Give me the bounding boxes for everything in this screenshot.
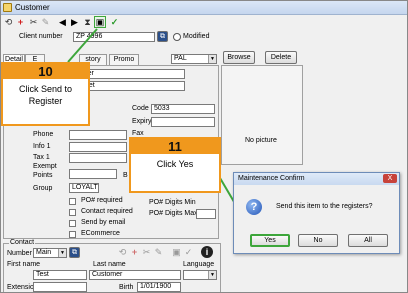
- callout-11-number: 11: [131, 139, 219, 154]
- callout-step-10: 10 Click Send to Register: [1, 62, 90, 126]
- dialog-title: Maintenance Confirm: [234, 173, 399, 185]
- callout-step-11: 11 Click Yes: [129, 137, 221, 193]
- close-icon[interactable]: X: [383, 174, 397, 183]
- dialog-message: Send this item to the registers?: [276, 203, 373, 210]
- yes-button[interactable]: Yes: [250, 234, 290, 247]
- callout-10-text-line1: Click Send to: [18, 84, 73, 94]
- callout-10-number: 10: [3, 64, 88, 79]
- callout-10-pointer: [67, 28, 98, 63]
- all-button[interactable]: All: [348, 234, 388, 247]
- question-icon: ?: [246, 199, 262, 215]
- maintenance-confirm-dialog: Maintenance Confirm X ? Send this item t…: [233, 172, 400, 254]
- callout-10-text-line2: Register: [28, 96, 63, 106]
- no-button[interactable]: No: [298, 234, 338, 247]
- callout-11-text: Click Yes: [156, 159, 194, 169]
